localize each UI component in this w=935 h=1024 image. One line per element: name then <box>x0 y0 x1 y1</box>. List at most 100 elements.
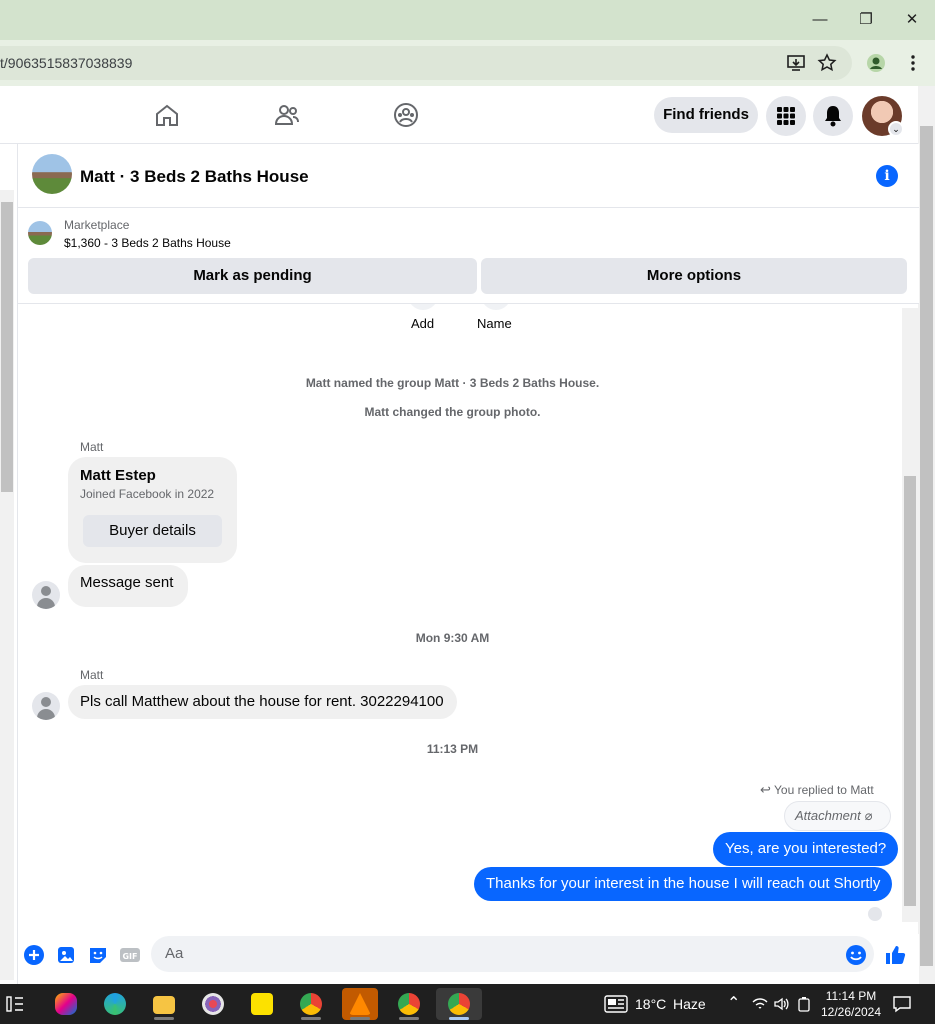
chat-title[interactable]: Matt · 3 Beds 2 Baths House <box>80 167 309 187</box>
copilot-icon <box>55 993 77 1015</box>
seen-avatar <box>868 907 882 921</box>
listing-thumbnail[interactable] <box>28 221 52 245</box>
chat-scrollbar-thumb[interactable] <box>904 476 916 906</box>
running-indicator <box>301 1017 321 1020</box>
chrome-profile-app[interactable] <box>391 988 427 1020</box>
plus-icon[interactable] <box>23 944 45 966</box>
bell-icon <box>825 106 841 127</box>
profile-icon[interactable] <box>866 53 886 73</box>
groups-icon[interactable] <box>393 102 419 128</box>
left-scrollbar[interactable] <box>0 190 14 980</box>
reply-icon: ↩ <box>760 782 771 797</box>
clock-time: 11:14 PM <box>825 989 877 1003</box>
add-label: Add <box>411 316 435 331</box>
grid-menu-icon <box>777 107 795 125</box>
add-member-button[interactable] <box>408 304 438 310</box>
like-icon[interactable] <box>884 944 906 966</box>
reply-text: You replied to Matt <box>774 783 874 797</box>
folder-icon <box>153 996 175 1014</box>
bookmark-star-icon[interactable] <box>817 53 837 73</box>
quoted-attachment[interactable]: Attachment ⌀ <box>784 801 891 831</box>
copilot-app[interactable] <box>48 988 84 1020</box>
sender-name: Matt <box>80 440 104 454</box>
svg-text:GIF: GIF <box>122 952 137 961</box>
chrome-app[interactable] <box>293 988 329 1020</box>
wifi-icon[interactable] <box>752 996 768 1012</box>
paint-app[interactable] <box>195 988 231 1020</box>
sender-avatar[interactable] <box>32 581 60 609</box>
browser-titlebar: — ❐ ✕ <box>0 0 935 40</box>
page-scrollbar[interactable] <box>918 86 935 984</box>
chrome-menu-icon[interactable] <box>903 53 923 73</box>
running-indicator <box>350 1017 370 1020</box>
left-scrollbar-thumb[interactable] <box>1 202 13 492</box>
timestamp: Mon 9:30 AM <box>415 631 490 645</box>
vlc-icon <box>349 993 371 1015</box>
message-bubble[interactable]: Message sent <box>68 565 188 607</box>
system-message: Matt named the group Matt · 3 Beds 2 Bat… <box>305 376 600 390</box>
group-photo[interactable] <box>32 154 72 194</box>
name-label: Name <box>477 316 512 331</box>
chevron-up-icon[interactable]: ⌃ <box>727 984 740 1024</box>
my-message-bubble[interactable]: Yes, are you interested? <box>713 832 899 866</box>
find-friends-button[interactable]: Find friends <box>654 97 758 133</box>
menu-button[interactable] <box>766 96 806 136</box>
running-indicator <box>449 1017 469 1020</box>
message-input[interactable]: Aa <box>151 936 874 972</box>
marketplace-label: Marketplace <box>64 218 130 232</box>
notification-center-icon[interactable] <box>893 995 911 1013</box>
facebook-topbar: Find friends <box>0 86 918 144</box>
photo-icon[interactable] <box>55 944 77 966</box>
info-icon[interactable]: i <box>876 165 898 187</box>
vlc-app[interactable] <box>342 988 378 1020</box>
chat-header: Matt · 3 Beds 2 Baths House i <box>18 144 919 208</box>
task-view-icon[interactable] <box>6 995 24 1013</box>
messages-area: Add Name Matt named the group Matt · 3 B… <box>18 304 902 934</box>
windows-taskbar: 18°C Haze ⌃ 11:14 PM 12/26/2024 <box>0 984 935 1024</box>
minimize-button[interactable]: — <box>810 10 830 30</box>
chrome-active-app[interactable] <box>436 988 482 1020</box>
address-row: t/9063515837038839 <box>0 40 935 86</box>
sticker-icon[interactable] <box>87 944 109 966</box>
listing-title[interactable]: $1,360 - 3 Beds 2 Baths House <box>64 236 231 250</box>
clock[interactable]: 11:14 PM 12/26/2024 <box>818 988 884 1020</box>
omnibox[interactable]: t/9063515837038839 <box>0 46 852 80</box>
battery-icon[interactable] <box>797 996 811 1012</box>
timestamp: 11:13 PM <box>426 742 479 756</box>
close-button[interactable]: ✕ <box>902 10 922 30</box>
gif-icon[interactable]: GIF <box>119 944 141 966</box>
chrome-icon <box>398 993 420 1015</box>
weather-text[interactable]: Haze <box>673 984 706 1024</box>
emoji-icon[interactable] <box>845 944 867 966</box>
notifications-button[interactable] <box>813 96 853 136</box>
sender-avatar[interactable] <box>32 692 60 720</box>
sticky-notes-app[interactable] <box>244 988 280 1020</box>
more-options-button[interactable]: More options <box>481 258 907 294</box>
chat-scrollbar[interactable] <box>902 308 918 922</box>
edge-app[interactable] <box>97 988 133 1020</box>
page-scrollbar-thumb[interactable] <box>920 126 933 966</box>
chevron-down-icon[interactable]: ⌄ <box>888 121 904 137</box>
reply-indicator: ↩ You replied to Matt <box>760 782 874 798</box>
buyer-details-button[interactable]: Buyer details <box>83 515 222 547</box>
my-message-bubble[interactable]: Thanks for your interest in the house I … <box>474 867 893 901</box>
news-widget-icon[interactable] <box>604 995 628 1013</box>
volume-icon[interactable] <box>773 996 789 1012</box>
name-group-button[interactable] <box>481 304 511 310</box>
restore-button[interactable]: ❐ <box>856 10 876 30</box>
chrome-icon <box>448 993 470 1015</box>
home-icon[interactable] <box>154 102 180 128</box>
composer: GIF Aa <box>18 934 919 984</box>
message-bubble[interactable]: Pls call Matthew about the house for ren… <box>68 685 457 719</box>
paint-icon <box>202 993 224 1015</box>
install-app-icon[interactable] <box>786 53 806 73</box>
mark-pending-button[interactable]: Mark as pending <box>28 258 477 294</box>
file-explorer-app[interactable] <box>146 988 182 1020</box>
system-message: Matt changed the group photo. <box>364 405 541 419</box>
friends-icon[interactable] <box>274 102 300 128</box>
temperature[interactable]: 18°C <box>635 984 666 1024</box>
chat-panel: Matt · 3 Beds 2 Baths House i Marketplac… <box>17 144 919 984</box>
paperclip-icon: ⌀ <box>864 808 873 823</box>
buyer-name: Matt Estep <box>80 467 156 484</box>
buyer-joined: Joined Facebook in 2022 <box>80 487 215 501</box>
